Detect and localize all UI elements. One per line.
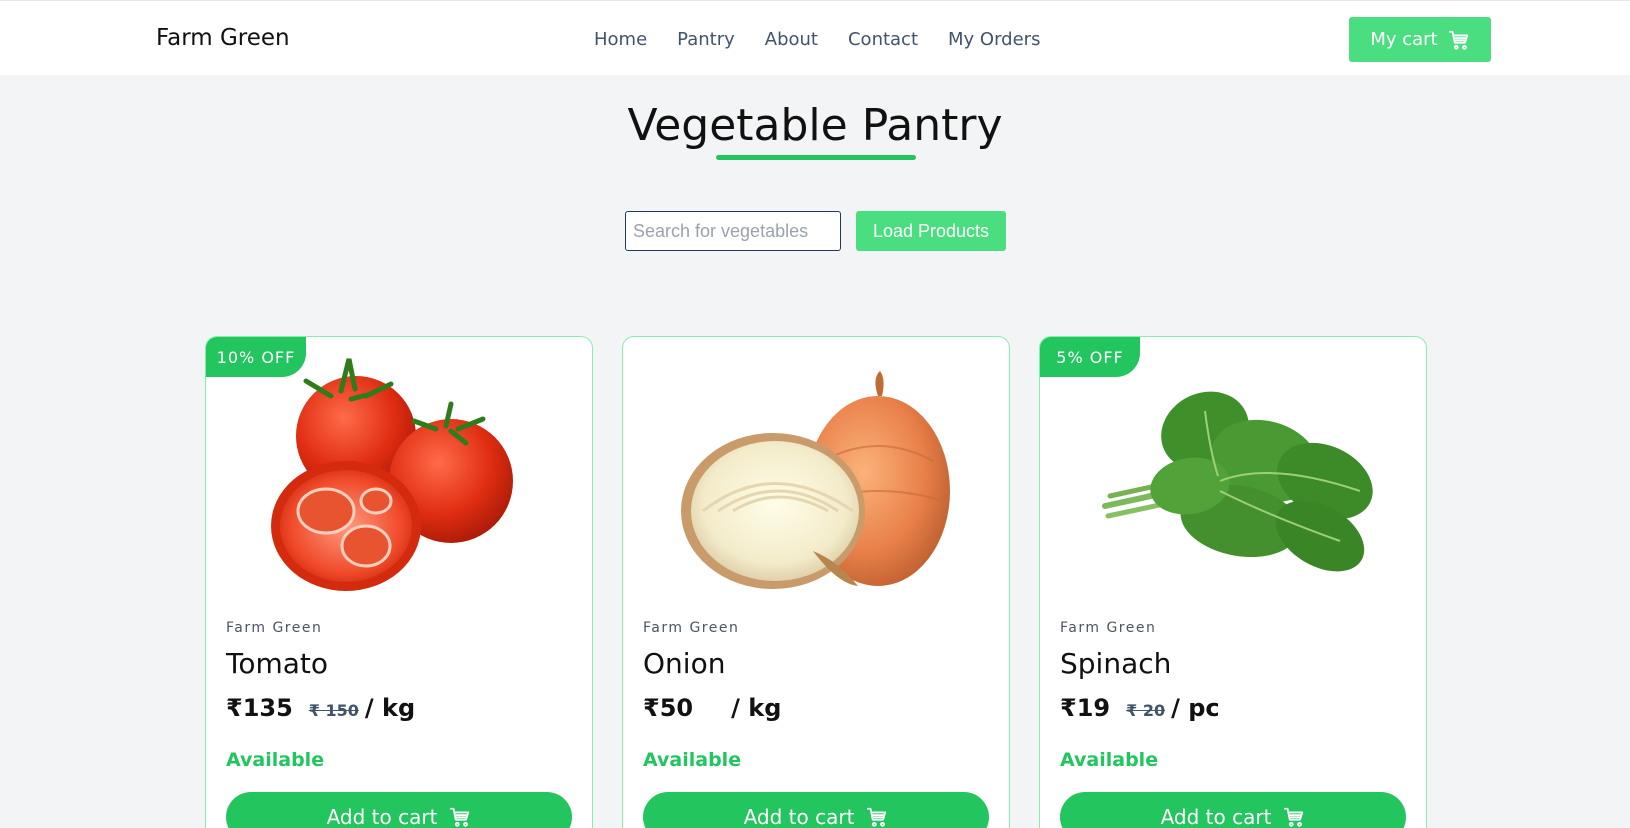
product-name: Onion bbox=[643, 647, 726, 680]
product-card-tomato: 10% OFF Farm Green Tomato ₹135 ₹ 150 / k… bbox=[205, 336, 593, 828]
load-products-button[interactable]: Load Products bbox=[856, 211, 1006, 251]
add-to-cart-button[interactable]: Add to cart bbox=[226, 792, 572, 828]
price-row: ₹50 / kg bbox=[643, 694, 781, 722]
page-title: Vegetable Pantry bbox=[627, 100, 1003, 151]
product-name: Tomato bbox=[226, 647, 329, 680]
cart-icon bbox=[867, 807, 887, 827]
cart-icon bbox=[1448, 30, 1468, 50]
nav-link-home[interactable]: Home bbox=[594, 29, 647, 50]
nav-link-contact[interactable]: Contact bbox=[848, 29, 918, 50]
availability-status: Available bbox=[1060, 749, 1159, 771]
product-card-onion: Farm Green Onion ₹50 / kg Available Add … bbox=[622, 336, 1010, 828]
product-card-spinach: 5% OFF Farm Green Spinach ₹19 ₹ 20 / pc … bbox=[1039, 336, 1427, 828]
add-to-cart-button[interactable]: Add to cart bbox=[1060, 792, 1406, 828]
price-unit: / kg bbox=[731, 694, 782, 722]
add-to-cart-button[interactable]: Add to cart bbox=[643, 792, 989, 828]
add-to-cart-label: Add to cart bbox=[1160, 805, 1272, 828]
cart-icon bbox=[450, 807, 470, 827]
price-row: ₹19 ₹ 20 / pc bbox=[1060, 694, 1220, 722]
search-input[interactable] bbox=[625, 211, 841, 251]
spinach-image bbox=[1102, 391, 1373, 572]
brand-logo[interactable]: Farm Green bbox=[156, 25, 290, 51]
current-price: ₹135 bbox=[226, 694, 293, 722]
my-cart-label: My cart bbox=[1370, 29, 1438, 50]
vendor-name: Farm Green bbox=[1060, 620, 1157, 636]
current-price: ₹19 bbox=[1060, 694, 1111, 722]
original-price: ₹ 150 bbox=[308, 701, 359, 720]
tomato-image bbox=[271, 358, 513, 591]
cart-icon bbox=[1284, 807, 1304, 827]
availability-status: Available bbox=[226, 749, 325, 771]
nav-link-pantry[interactable]: Pantry bbox=[677, 29, 735, 50]
availability-status: Available bbox=[643, 749, 742, 771]
nav-link-about[interactable]: About bbox=[765, 29, 818, 50]
current-price: ₹50 bbox=[643, 694, 694, 722]
price-unit: / pc bbox=[1171, 694, 1220, 722]
price-unit: / kg bbox=[364, 694, 416, 722]
navbar: Farm Green Home Pantry About Contact My … bbox=[0, 0, 1630, 75]
title-underline bbox=[716, 155, 916, 160]
onion-image bbox=[681, 371, 950, 589]
product-name: Spinach bbox=[1060, 647, 1172, 680]
price-row: ₹135 ₹ 150 / kg bbox=[226, 694, 415, 722]
original-price: ₹ 20 bbox=[1126, 701, 1166, 720]
nav-link-my-orders[interactable]: My Orders bbox=[948, 29, 1040, 50]
add-to-cart-label: Add to cart bbox=[326, 805, 438, 828]
vendor-name: Farm Green bbox=[226, 620, 323, 636]
add-to-cart-label: Add to cart bbox=[743, 805, 855, 828]
nav-links: Home Pantry About Contact My Orders bbox=[594, 29, 1040, 50]
vendor-name: Farm Green bbox=[643, 620, 740, 636]
my-cart-button[interactable]: My cart bbox=[1349, 17, 1491, 62]
